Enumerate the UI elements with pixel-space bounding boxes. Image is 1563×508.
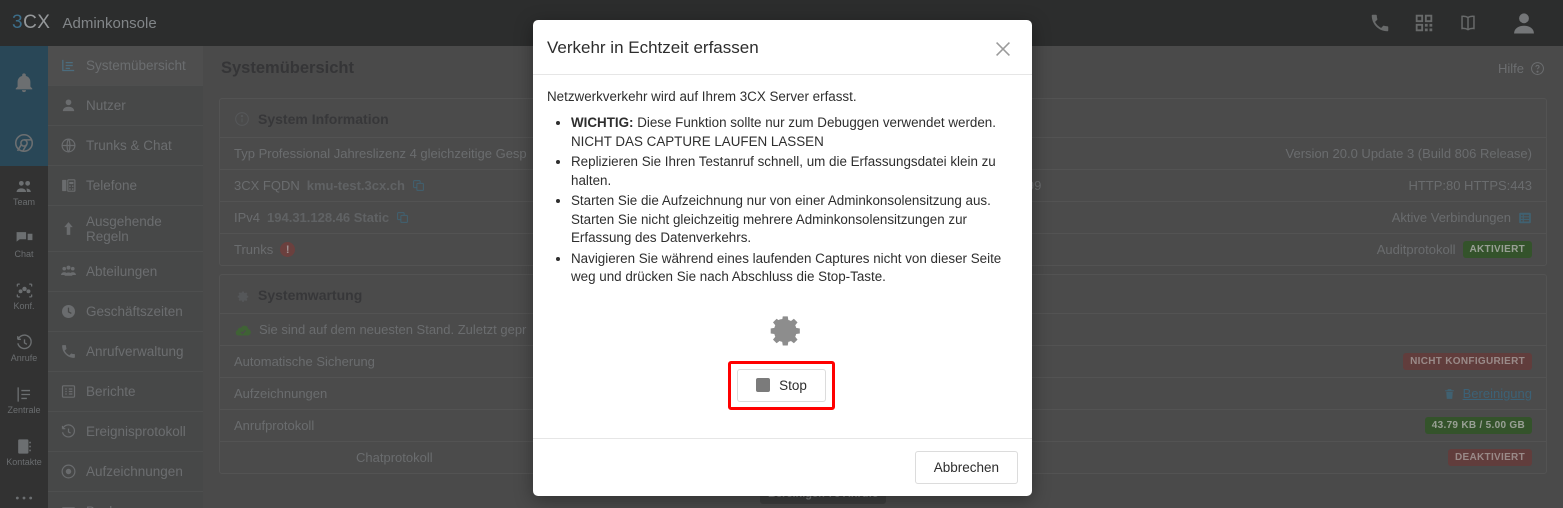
bullet-bold-0: WICHTIG: bbox=[571, 115, 634, 130]
dialog-bullet-list: WICHTIG: Diese Funktion sollte nur zum D… bbox=[547, 114, 1016, 287]
dialog-header: Verkehr in Echtzeit erfassen bbox=[533, 20, 1032, 75]
dialog-footer: Abbrechen bbox=[533, 437, 1032, 496]
capture-status-area: Stop bbox=[547, 289, 1016, 416]
dialog-title: Verkehr in Echtzeit erfassen bbox=[547, 38, 759, 57]
bullet-text-0: Diese Funktion sollte nur zum Debuggen v… bbox=[571, 115, 996, 149]
stop-square-icon bbox=[756, 378, 771, 392]
bullet-text-2: Starten Sie die Aufzeichnung nur von ein… bbox=[571, 193, 991, 245]
capture-traffic-dialog: Verkehr in Echtzeit erfassen Netzwerkver… bbox=[533, 20, 1032, 496]
list-item: Replizieren Sie Ihren Testanruf schnell,… bbox=[571, 153, 1016, 190]
close-icon[interactable] bbox=[992, 38, 1014, 60]
app-root: 3CX Adminkonsole Team Chat Konf. Anrufe … bbox=[0, 0, 1563, 508]
stop-button[interactable]: Stop bbox=[737, 368, 826, 402]
bullet-text-1: Replizieren Sie Ihren Testanruf schnell,… bbox=[571, 154, 996, 188]
dialog-body: Netzwerkverkehr wird auf Ihrem 3CX Serve… bbox=[533, 75, 1032, 424]
gear-icon bbox=[770, 315, 800, 346]
cancel-button[interactable]: Abbrechen bbox=[914, 450, 1018, 484]
dialog-lead-text: Netzwerkverkehr wird auf Ihrem 3CX Serve… bbox=[547, 89, 857, 104]
list-item: Navigieren Sie während eines laufenden C… bbox=[571, 250, 1016, 287]
bullet-text-3: Navigieren Sie während eines laufenden C… bbox=[571, 250, 1002, 285]
stop-button-label: Stop bbox=[779, 377, 807, 393]
stop-button-highlight: Stop bbox=[728, 360, 835, 410]
list-item: WICHTIG: Diese Funktion sollte nur zum D… bbox=[571, 114, 1016, 151]
list-item: Starten Sie die Aufzeichnung nur von ein… bbox=[571, 192, 1016, 248]
